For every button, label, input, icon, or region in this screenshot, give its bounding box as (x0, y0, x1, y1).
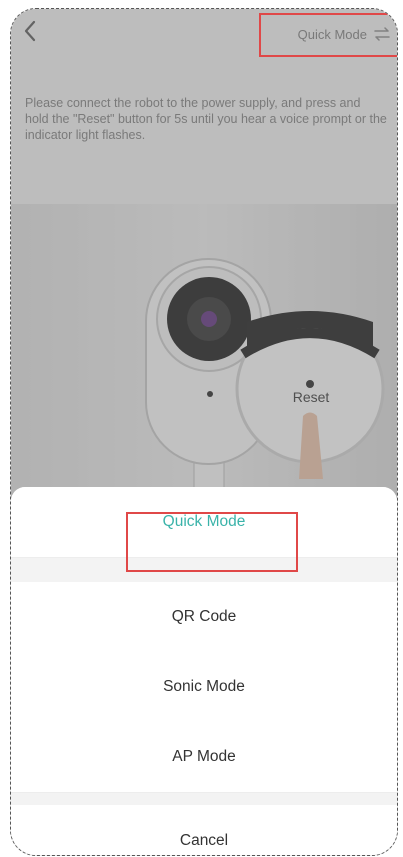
option-ap-mode[interactable]: AP Mode (11, 722, 397, 793)
mode-action-sheet: Quick Mode QR Code Sonic Mode AP Mode Ca… (11, 487, 397, 855)
top-highlight-box (259, 13, 397, 57)
option-ap-mode-label: AP Mode (172, 748, 236, 765)
option-sonic-mode[interactable]: Sonic Mode (11, 652, 397, 723)
option-sonic-mode-label: Sonic Mode (163, 678, 245, 695)
cancel-button[interactable]: Cancel (11, 805, 397, 855)
cancel-button-label: Cancel (179, 832, 229, 849)
option-quick-mode[interactable]: Quick Mode (11, 487, 397, 558)
phone-frame: Quick Mode Please connect the robot to t… (10, 8, 398, 856)
option-qr-code-label: QR Code (171, 608, 237, 625)
option-qr-code[interactable]: QR Code (11, 582, 397, 653)
option-quick-mode-label: Quick Mode (162, 513, 246, 530)
